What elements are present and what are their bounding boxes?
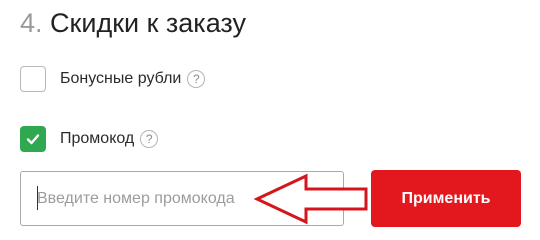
bonus-checkbox[interactable] <box>20 66 46 92</box>
section-step-number: 4. <box>20 8 43 38</box>
apply-button[interactable]: Применить <box>371 170 521 227</box>
promo-row: Промокод ? <box>20 124 159 154</box>
bonus-help-icon[interactable]: ? <box>187 70 206 88</box>
check-icon <box>26 134 40 145</box>
promo-checkbox[interactable] <box>20 126 46 152</box>
promo-help-icon[interactable]: ? <box>140 130 159 148</box>
bonus-row: Бонусные рубли ? <box>20 64 206 94</box>
section-title: 4. Скидки к заказу <box>20 6 246 40</box>
text-cursor <box>37 186 38 210</box>
promo-label[interactable]: Промокод <box>60 130 134 148</box>
arrow-left-icon <box>254 173 368 225</box>
bonus-label[interactable]: Бонусные рубли <box>60 70 181 88</box>
section-title-text: Скидки к заказу <box>50 8 246 38</box>
